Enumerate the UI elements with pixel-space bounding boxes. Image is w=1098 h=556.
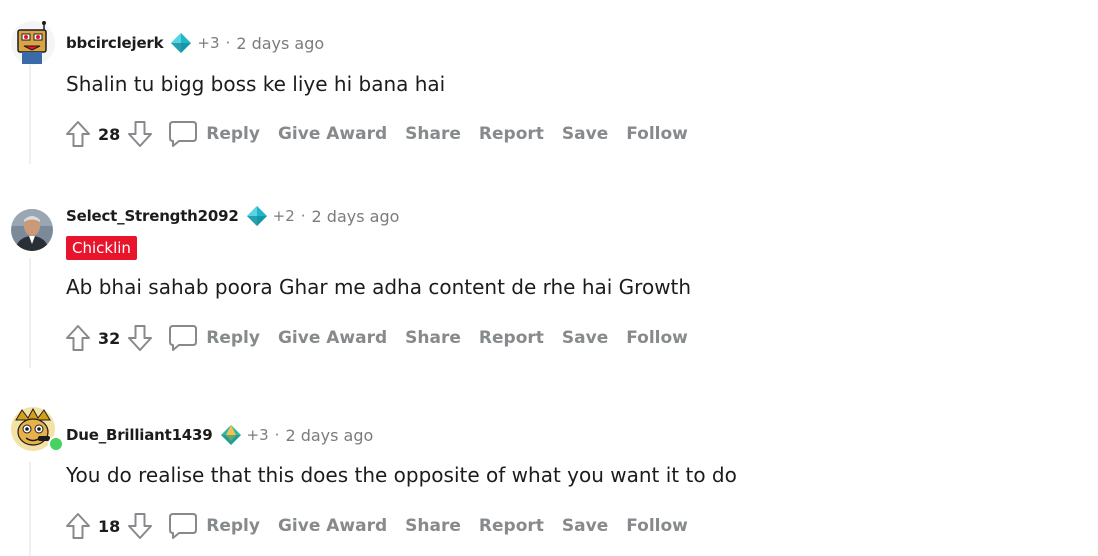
timestamp[interactable]: 2 days ago — [285, 426, 373, 445]
reply-icon-button[interactable] — [166, 117, 200, 151]
timestamp[interactable]: 2 days ago — [236, 34, 324, 53]
save-button[interactable]: Save — [562, 328, 608, 348]
comment-actions: 18 Reply Give Award Share Report Save Fo… — [62, 509, 688, 543]
avatar[interactable] — [10, 208, 54, 252]
downvote-arrow-icon — [128, 121, 153, 147]
follow-button[interactable]: Follow — [626, 516, 688, 536]
downvote-arrow-icon — [128, 513, 153, 539]
vote-score: 18 — [98, 516, 121, 536]
avatar-robot-icon — [11, 21, 55, 65]
follow-button[interactable]: Follow — [626, 124, 688, 144]
give-award-button[interactable]: Give Award — [278, 516, 387, 536]
separator-dot: · — [225, 34, 231, 52]
reply-button[interactable]: Reply — [206, 516, 260, 536]
save-button[interactable]: Save — [562, 516, 608, 536]
downvote-button[interactable] — [124, 322, 156, 354]
diamond-award-icon[interactable] — [245, 204, 269, 228]
speech-bubble-icon — [169, 513, 198, 539]
report-button[interactable]: Report — [479, 124, 544, 144]
reply-icon-button[interactable] — [166, 509, 200, 543]
comment-meta: Due_Brilliant1439 +3 · 2 days ago — [66, 422, 373, 448]
comment-body: Shalin tu bigg boss ke liye hi bana hai — [66, 72, 446, 96]
follow-button[interactable]: Follow — [626, 328, 688, 348]
username[interactable]: Due_Brilliant1439 — [66, 426, 213, 444]
downvote-button[interactable] — [124, 118, 156, 150]
comment-actions: 28 Reply Give Award Share Report Save Fo… — [62, 117, 688, 151]
avatar[interactable] — [10, 406, 64, 452]
thread-line[interactable] — [29, 462, 31, 556]
comment-body: You do realise that this does the opposi… — [66, 463, 737, 487]
award-count[interactable]: +3 — [247, 426, 269, 444]
speech-bubble-icon — [169, 121, 198, 147]
thread-line[interactable] — [29, 258, 31, 368]
avatar-photo-icon — [11, 209, 53, 251]
comment-body: Ab bhai sahab poora Ghar me adha content… — [66, 275, 692, 299]
timestamp[interactable]: 2 days ago — [312, 207, 400, 226]
separator-dot: · — [274, 426, 280, 444]
report-button[interactable]: Report — [479, 516, 544, 536]
share-button[interactable]: Share — [405, 516, 461, 536]
vote-score: 28 — [98, 124, 121, 144]
save-button[interactable]: Save — [562, 124, 608, 144]
reply-button[interactable]: Reply — [206, 124, 260, 144]
diamond-award-icon[interactable] — [169, 31, 193, 55]
award-count[interactable]: +2 — [273, 207, 295, 225]
speech-bubble-icon — [169, 325, 198, 351]
gem-award-icon[interactable] — [219, 423, 243, 447]
username[interactable]: bbcirclejerk — [66, 34, 164, 52]
user-flair[interactable]: Chicklin — [66, 236, 137, 260]
upvote-arrow-icon — [66, 121, 90, 147]
give-award-button[interactable]: Give Award — [278, 328, 387, 348]
upvote-arrow-icon — [66, 513, 90, 539]
separator-dot: · — [300, 207, 306, 225]
downvote-arrow-icon — [128, 325, 153, 351]
upvote-button[interactable] — [62, 118, 94, 150]
online-status-icon — [48, 436, 64, 452]
vote-score: 32 — [98, 328, 121, 348]
award-count[interactable]: +3 — [197, 34, 219, 52]
reply-icon-button[interactable] — [166, 321, 200, 355]
username[interactable]: Select_Strength2092 — [66, 207, 239, 225]
share-button[interactable]: Share — [405, 124, 461, 144]
comment-meta: bbcirclejerk +3 · 2 days ago — [66, 30, 324, 56]
upvote-button[interactable] — [62, 510, 94, 542]
downvote-button[interactable] — [124, 510, 156, 542]
comment-meta: Select_Strength2092 +2 · 2 days ago — [66, 203, 399, 229]
share-button[interactable]: Share — [405, 328, 461, 348]
avatar[interactable] — [10, 20, 55, 65]
upvote-arrow-icon — [66, 325, 90, 351]
upvote-button[interactable] — [62, 322, 94, 354]
report-button[interactable]: Report — [479, 328, 544, 348]
thread-line[interactable] — [29, 60, 31, 164]
give-award-button[interactable]: Give Award — [278, 124, 387, 144]
comment-actions: 32 Reply Give Award Share Report Save Fo… — [62, 321, 688, 355]
reply-button[interactable]: Reply — [206, 328, 260, 348]
